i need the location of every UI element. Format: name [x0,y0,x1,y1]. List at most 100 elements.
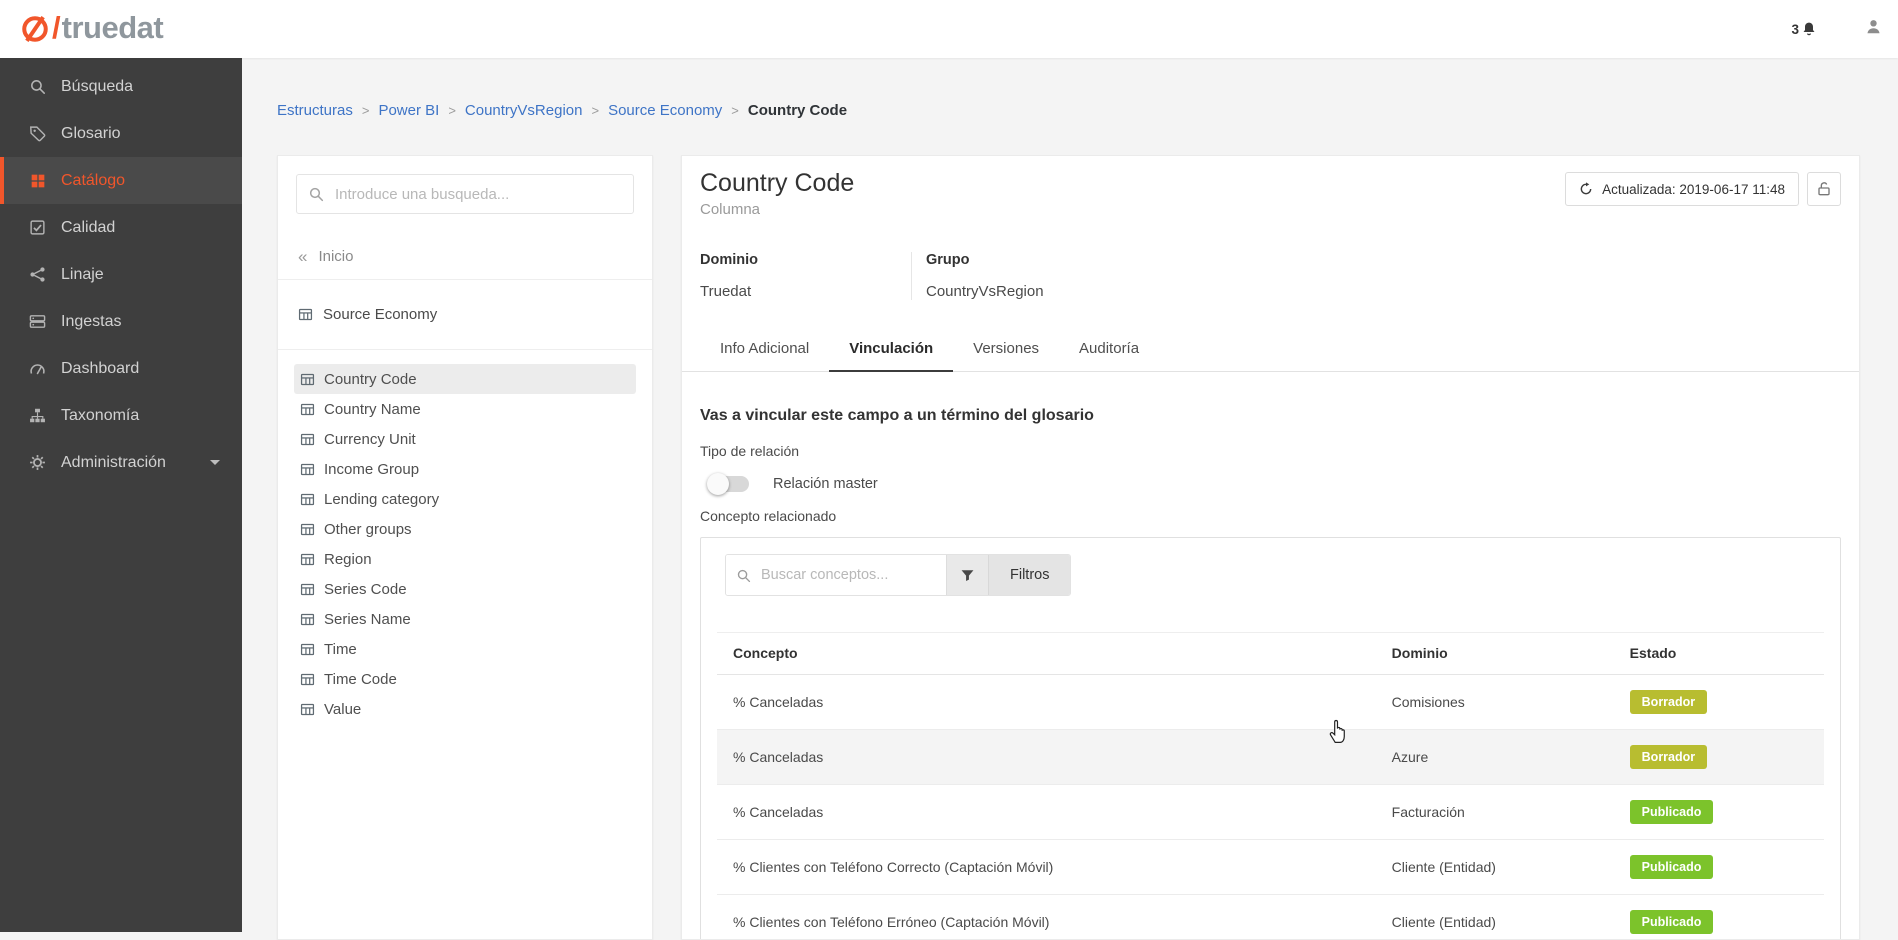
gear-icon [28,454,47,471]
dominio-value: Truedat [700,283,911,300]
table-icon [300,372,315,387]
table-row[interactable]: % CanceladasComisionesBorrador [717,675,1824,730]
status-cell: Borrador [1614,675,1824,730]
chevron-down-icon [210,460,220,465]
tab-vinculacion[interactable]: Vinculación [829,328,953,372]
related-concept-label: Concepto relacionado [700,508,1841,524]
notifications-button[interactable]: 3 [1791,21,1817,37]
truedat-logo[interactable]: / truedat [20,10,163,48]
table-row[interactable]: % Clientes con Teléfono Correcto (Captac… [717,840,1824,895]
tab-versiones[interactable]: Versiones [953,328,1059,371]
field-item-series-name[interactable]: Series Name [294,604,636,634]
table-row[interactable]: % Clientes con Teléfono Erróneo (Captaci… [717,895,1824,940]
structure-search [296,174,634,214]
bell-icon [1801,21,1817,37]
sidebar-item-glosario[interactable]: Glosario [0,110,242,157]
sidebar-item-label: Catálogo [61,172,125,190]
concept-cell: % Canceladas [717,675,1376,730]
field-item-label: Other groups [324,521,412,538]
master-relation-toggle[interactable] [709,476,749,492]
sidebar-item-catalogo[interactable]: Catálogo [0,157,242,204]
sidebar-item-linaje[interactable]: Linaje [0,251,242,298]
field-item-label: Lending category [324,491,439,508]
sidebar-item-taxonomia[interactable]: Taxonomía [0,392,242,439]
updated-label: Actualizada: 2019-06-17 11:48 [1602,182,1785,197]
field-item-country-code[interactable]: Country Code [294,364,636,394]
table-row[interactable]: % CanceladasAzureBorrador [717,730,1824,785]
table-icon [300,672,315,687]
search-icon [736,568,751,583]
sidebar-item-dashboard[interactable]: Dashboard [0,345,242,392]
field-item-label: Series Code [324,581,407,598]
meta-row: Dominio Truedat Grupo CountryVsRegion [682,252,1859,300]
table-icon [300,462,315,477]
home-label: Inicio [318,248,353,265]
tag-icon [28,125,47,142]
table-icon [300,492,315,507]
sidebar-item-calidad[interactable]: Calidad [0,204,242,251]
breadcrumb-link-power-bi[interactable]: Power BI [378,102,439,119]
tab-auditoria[interactable]: Auditoría [1059,328,1159,371]
table-icon [300,552,315,567]
sidebar-item-administracion[interactable]: Administración [0,439,242,486]
table-icon [300,612,315,627]
field-item-region[interactable]: Region [294,544,636,574]
field-item-time[interactable]: Time [294,634,636,664]
dominio-field: Dominio Truedat [700,252,911,300]
field-list: Country CodeCountry NameCurrency UnitInc… [278,350,652,738]
tab-info-adicional[interactable]: Info Adicional [700,328,829,371]
status-cell: Publicado [1614,895,1824,940]
back-to-home[interactable]: « Inicio [278,232,652,279]
topbar: / truedat 3 [0,0,1898,58]
check-icon [28,219,47,236]
field-item-country-name[interactable]: Country Name [294,394,636,424]
user-menu-button[interactable] [1865,18,1882,40]
concept-search-bar: Filtros [725,554,1071,596]
user-icon [1865,18,1882,35]
parent-structure[interactable]: Source Economy [278,280,652,349]
breadcrumb-separator: > [362,103,370,118]
sidebar-item-ingestas[interactable]: Ingestas [0,298,242,345]
structure-search-input[interactable] [296,174,634,214]
table-row[interactable]: % CanceladasFacturaciónPublicado [717,785,1824,840]
detail-panel: Country Code Columna Actualizada: 2019-0… [681,155,1860,940]
column-header-estado: Estado [1614,633,1824,675]
concept-search-input[interactable] [759,566,936,584]
field-item-label: Region [324,551,372,568]
filter-button[interactable] [946,555,988,595]
breadcrumb-link-source-economy[interactable]: Source Economy [608,102,722,119]
table-icon [298,307,313,322]
status-badge: Publicado [1630,855,1714,879]
field-item-lending-category[interactable]: Lending category [294,484,636,514]
field-item-value[interactable]: Value [294,694,636,724]
sidebar-item-label: Administración [61,454,166,472]
field-item-currency-unit[interactable]: Currency Unit [294,424,636,454]
sidebar-item-label: Taxonomía [61,407,139,425]
domain-cell: Azure [1376,730,1614,785]
lock-button[interactable] [1807,172,1841,206]
breadcrumb-current: Country Code [748,102,847,119]
field-item-other-groups[interactable]: Other groups [294,514,636,544]
table-icon [300,402,315,417]
toggle-knob [707,473,729,495]
field-item-income-group[interactable]: Income Group [294,454,636,484]
grupo-value: CountryVsRegion [926,283,1044,300]
sidebar: BúsquedaGlosario Catálogo Calidad Linaje Ing… [0,58,242,932]
field-item-series-code[interactable]: Series Code [294,574,636,604]
table-icon [300,522,315,537]
field-item-time-code[interactable]: Time Code [294,664,636,694]
refresh-updated-button[interactable]: Actualizada: 2019-06-17 11:48 [1565,172,1799,206]
filters-button[interactable]: Filtros [988,555,1070,595]
sidebar-item-label: Linaje [61,266,104,284]
breadcrumb-link-estructuras[interactable]: Estructuras [277,102,353,119]
sidebar-item-busqueda[interactable]: Búsqueda [0,63,242,110]
detail-header: Country Code Columna Actualizada: 2019-0… [682,156,1859,218]
funnel-icon [960,568,975,583]
parent-structure-label: Source Economy [323,306,437,323]
table-icon [300,642,315,657]
topbar-actions: 3 [1791,0,1898,58]
breadcrumb-link-countryvsregion[interactable]: CountryVsRegion [465,102,583,119]
domain-cell: Cliente (Entidad) [1376,895,1614,940]
double-chevron-left-icon: « [298,248,307,265]
concept-search-field [726,555,946,595]
